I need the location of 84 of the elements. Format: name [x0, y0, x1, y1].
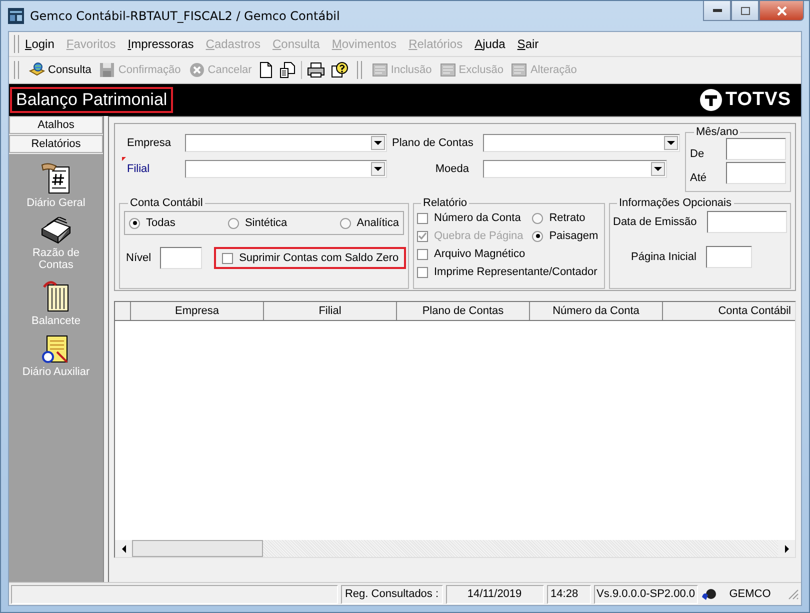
checkbox[interactable]: Imprime Representante/Contador [417, 266, 601, 278]
field-label: Plano de Contas [391, 137, 474, 149]
maximize-button[interactable] [731, 1, 759, 21]
caret-icon [374, 141, 382, 145]
dropdown[interactable] [483, 134, 680, 152]
record-icon [372, 63, 388, 77]
toolbar-button[interactable]: Consulta [25, 59, 96, 81]
input-field[interactable] [706, 246, 752, 268]
dropdown[interactable] [483, 160, 667, 178]
caret-icon [654, 167, 662, 171]
horizontal-scrollbar[interactable] [115, 540, 795, 557]
radio-option[interactable]: Sintética [228, 217, 288, 229]
column-header[interactable]: Conta Contábil [663, 302, 795, 320]
group-title: Mês/ano [695, 126, 740, 138]
checkbox[interactable]: Arquivo Magnético [417, 248, 601, 260]
documents-icon [278, 62, 296, 78]
minimize-button[interactable] [703, 1, 731, 21]
field-label: Página Inicial [631, 251, 696, 263]
dropdown[interactable] [185, 134, 387, 152]
left-arrow-icon [122, 544, 126, 552]
record-icon [440, 63, 456, 77]
checkbox[interactable]: Número da Conta [417, 212, 526, 224]
ledger-sheet-icon [43, 279, 69, 312]
input-field[interactable] [160, 247, 202, 269]
dropdown[interactable] [185, 160, 387, 178]
column-header[interactable]: Empresa [131, 302, 264, 320]
field-label: Empresa [127, 137, 172, 149]
caret-icon [374, 167, 382, 171]
menu-item[interactable]: Impressoras [128, 37, 194, 51]
column-header[interactable]: Número da Conta [530, 302, 663, 320]
sidebar-section-button[interactable]: Relatórios [9, 135, 103, 153]
window-title: Gemco Contábil-RBTAUT_FISCAL2 / Gemco Contábil [30, 9, 340, 23]
logo-text: TOTVS [726, 89, 791, 111]
radio-option[interactable]: Retrato [532, 212, 601, 224]
app-icon [8, 8, 24, 24]
save-icon [99, 62, 116, 78]
page-title: Balanço Patrimonial [10, 87, 174, 113]
radio-option[interactable]: Todas [129, 217, 176, 229]
status-version: Vs.9.0.0.0-SP2.00.0 [594, 584, 698, 604]
required-marker-icon [122, 157, 126, 161]
field-label: Nível [126, 252, 152, 264]
status-date: 14/11/2019 [446, 584, 544, 604]
radio-option[interactable]: Paisagem [532, 230, 601, 242]
logo-icon [698, 88, 722, 112]
status-user: GEMCO [728, 588, 772, 600]
menu-item[interactable]: Sair [517, 37, 539, 51]
input-field[interactable] [707, 211, 787, 233]
maximize-icon [740, 6, 750, 14]
record-icon [511, 63, 528, 77]
ledger-icon [41, 162, 71, 194]
right-arrow-icon [784, 544, 788, 552]
field-label: Moeda [434, 163, 470, 175]
document-icon [258, 62, 273, 78]
status-label: Reg. Consultados : [340, 584, 443, 604]
check-icon [418, 232, 427, 240]
group-title: Relatório [422, 197, 468, 209]
close-button[interactable] [759, 1, 804, 21]
group-title: Conta Contábil [129, 197, 204, 209]
menu-item[interactable]: Login [25, 37, 54, 51]
globe-icon [29, 62, 45, 78]
status-time: 14:28 [546, 584, 591, 604]
card-file-icon [41, 217, 71, 244]
printer-icon [306, 62, 325, 78]
cancel-icon [188, 62, 205, 78]
group-title: Informações Opcionais [618, 197, 732, 209]
input-field[interactable] [726, 162, 786, 184]
menu-item[interactable]: Ajuda [474, 37, 506, 51]
column-header[interactable]: Filial [264, 302, 397, 320]
field-label: Filial [127, 163, 150, 175]
field-label: Até [690, 172, 707, 184]
column-header[interactable]: Plano de Contas [397, 302, 530, 320]
field-label: De [690, 148, 704, 160]
caret-icon [667, 141, 675, 145]
radio-option[interactable]: Analítica [340, 217, 399, 229]
input-field[interactable] [726, 138, 786, 160]
checkbox[interactable]: Suprimir Contas com Saldo Zero [214, 247, 406, 269]
notepad-icon [42, 335, 70, 363]
sidebar-section-button[interactable]: Atalhos [9, 116, 103, 134]
help-icon [330, 62, 348, 78]
minimize-icon [712, 9, 722, 12]
resize-grip-icon [787, 588, 799, 600]
user-icon [701, 587, 717, 601]
close-icon [776, 6, 788, 16]
field-label: Data de Emissão [613, 216, 697, 228]
